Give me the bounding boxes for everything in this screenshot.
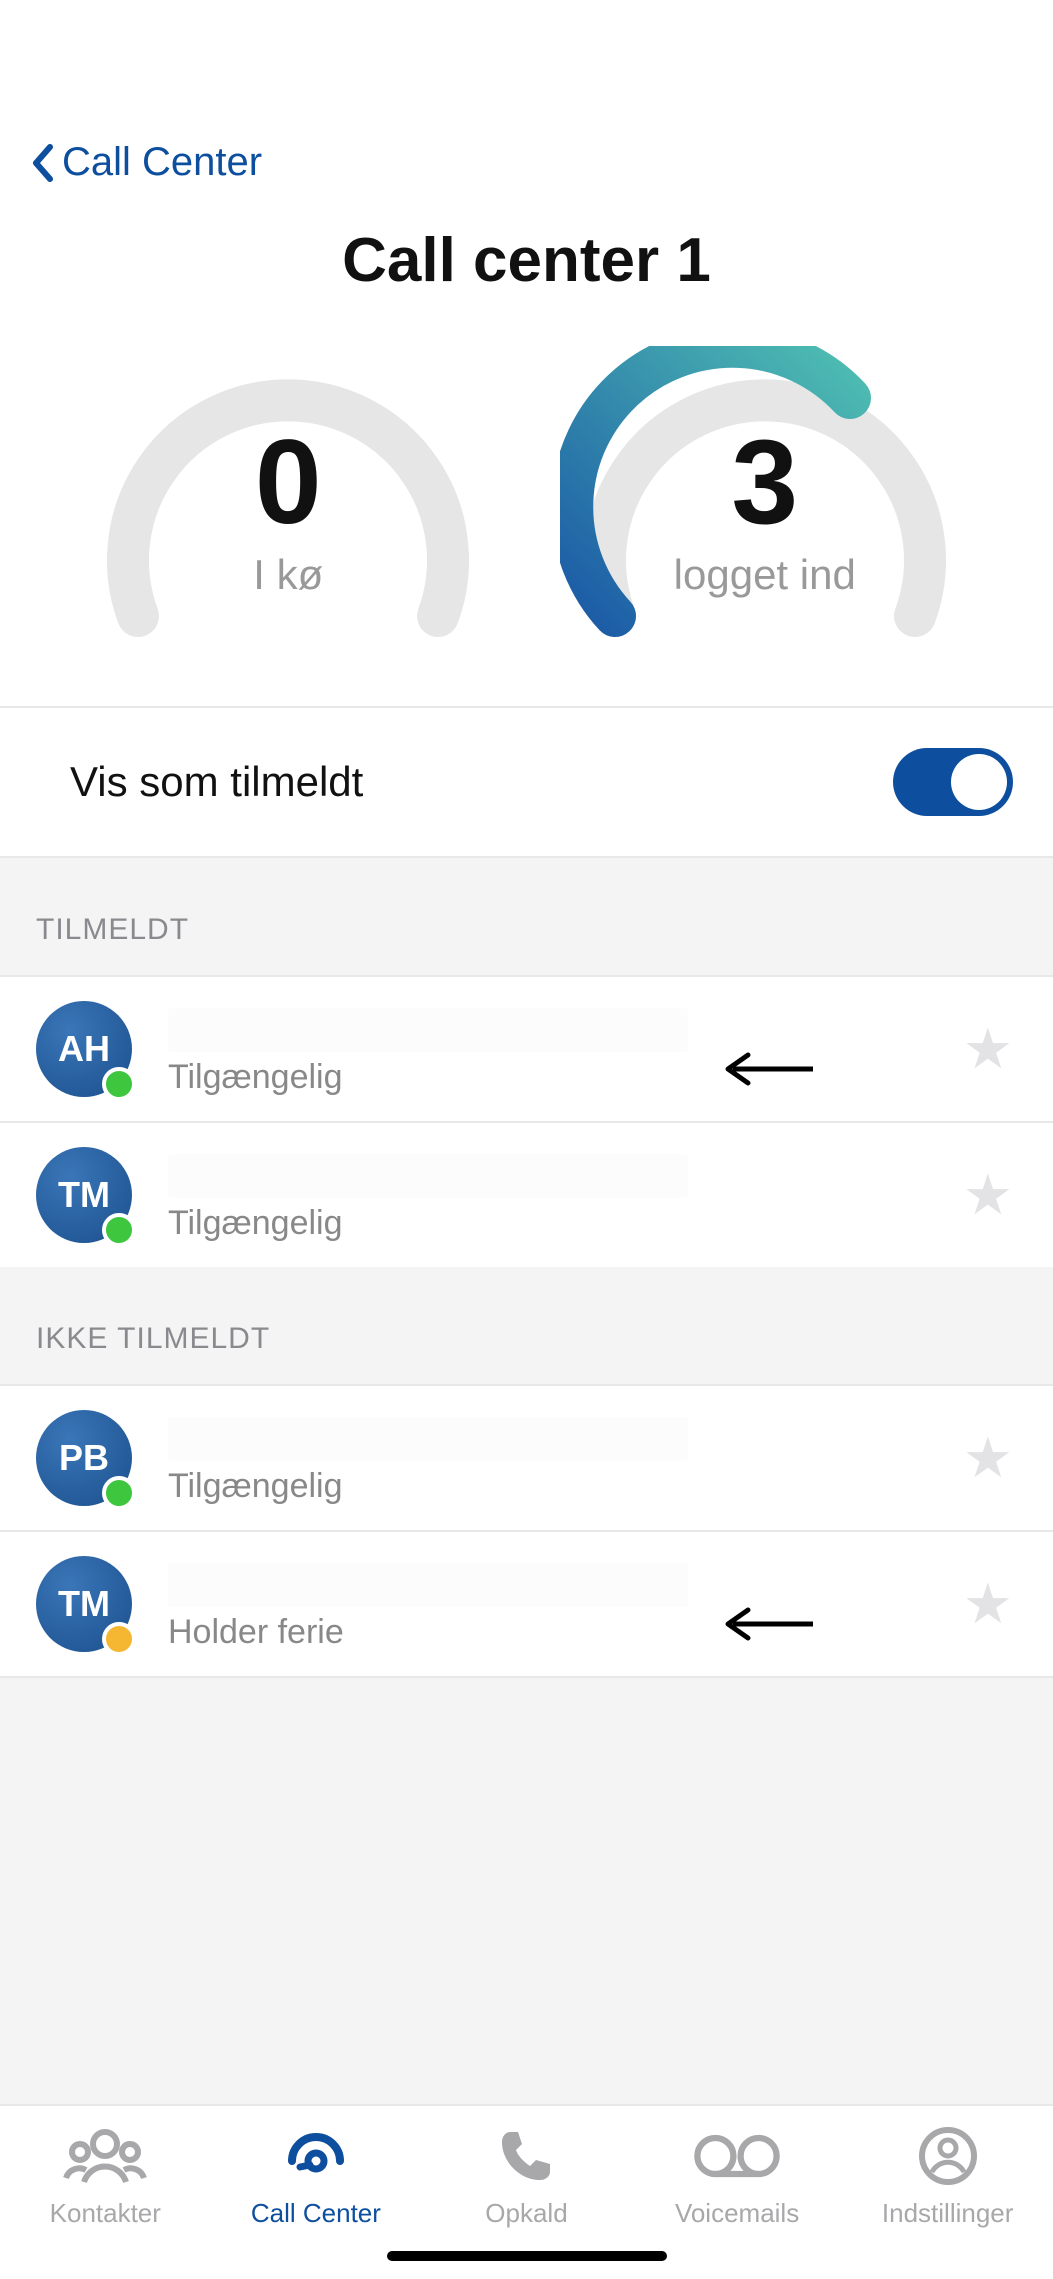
presence-dot (102, 1476, 136, 1510)
avatar: TM (36, 1147, 132, 1243)
user-row[interactable]: AH Tilgængelig ★ (0, 977, 1053, 1123)
gauge-logged-in: 3 logget ind (560, 346, 970, 646)
presence-dot (102, 1067, 136, 1101)
user-status: Holder ferie (168, 1613, 688, 1652)
chevron-left-icon (30, 143, 54, 183)
user-meta: Tilgængelig (168, 1410, 688, 1506)
home-indicator (387, 2251, 667, 2261)
user-meta: Tilgængelig (168, 1001, 688, 1097)
user-name-placeholder (168, 1563, 688, 1607)
tab-label: Voicemails (675, 2198, 799, 2229)
tab-voicemails[interactable]: Voicemails (632, 2124, 843, 2229)
tab-label: Opkald (485, 2198, 567, 2229)
nav-bar: Call Center (0, 120, 1053, 195)
user-row[interactable]: TM Holder ferie ★ (0, 1532, 1053, 1676)
status-bar (0, 0, 1053, 120)
list-not-enrolled: PB Tilgængelig ★ TM Holder ferie ★ (0, 1386, 1053, 1676)
annotation-arrow-icon (718, 1049, 818, 1089)
gauge-logged-in-label: logget ind (674, 551, 856, 599)
section-not-enrolled-header: IKKE TILMELDT (0, 1267, 1053, 1386)
user-row[interactable]: PB Tilgængelig ★ (0, 1386, 1053, 1532)
gauge-logged-in-value: 3 (731, 413, 798, 551)
favorite-star-icon[interactable]: ★ (963, 1425, 1013, 1491)
list-enrolled: AH Tilgængelig ★ TM Tilgængelig ★ (0, 977, 1053, 1267)
call-center-icon (271, 2124, 361, 2188)
tab-label: Kontakter (50, 2198, 161, 2229)
gauge-queue: 0 I kø (83, 346, 493, 646)
tab-kontakter[interactable]: Kontakter (0, 2124, 211, 2229)
presence-dot (102, 1622, 136, 1656)
favorite-star-icon[interactable]: ★ (963, 1162, 1013, 1228)
contacts-icon (60, 2124, 150, 2188)
user-row[interactable]: TM Tilgængelig ★ (0, 1123, 1053, 1267)
favorite-star-icon[interactable]: ★ (963, 1016, 1013, 1082)
gauges-row: 0 I kø 3 logget ind (0, 346, 1053, 708)
presence-dot (102, 1213, 136, 1247)
tab-label: Indstillinger (882, 2198, 1014, 2229)
avatar: PB (36, 1410, 132, 1506)
tabbar: Kontakter Call Center Opkald Voicemails … (0, 2104, 1053, 2243)
show-as-enrolled-row: Vis som tilmeldt (0, 708, 1053, 858)
show-as-enrolled-toggle[interactable] (893, 748, 1013, 816)
user-status: Tilgængelig (168, 1467, 688, 1506)
user-meta: Tilgængelig (168, 1147, 688, 1243)
user-name-placeholder (168, 1417, 688, 1461)
empty-area (0, 1676, 1053, 2104)
tab-opkald[interactable]: Opkald (421, 2124, 632, 2229)
user-name-placeholder (168, 1008, 688, 1052)
tab-label: Call Center (251, 2198, 381, 2229)
page-title: Call center 1 (0, 225, 1053, 296)
gauge-queue-value: 0 (255, 413, 322, 551)
favorite-star-icon[interactable]: ★ (963, 1571, 1013, 1637)
back-label: Call Center (62, 140, 262, 185)
tab-call-center[interactable]: Call Center (211, 2124, 422, 2229)
tab-indstillinger[interactable]: Indstillinger (842, 2124, 1053, 2229)
user-meta: Holder ferie (168, 1556, 688, 1652)
user-name-placeholder (168, 1154, 688, 1198)
gauge-queue-label: I kø (253, 551, 323, 599)
show-as-enrolled-label: Vis som tilmeldt (70, 758, 363, 806)
settings-icon (903, 2124, 993, 2188)
voicemail-icon (692, 2124, 782, 2188)
user-status: Tilgængelig (168, 1058, 688, 1097)
avatar: TM (36, 1556, 132, 1652)
back-button[interactable]: Call Center (30, 140, 262, 185)
user-status: Tilgængelig (168, 1204, 688, 1243)
avatar: AH (36, 1001, 132, 1097)
section-enrolled-header: TILMELDT (0, 858, 1053, 977)
phone-icon (481, 2124, 571, 2188)
annotation-arrow-icon (718, 1604, 818, 1644)
